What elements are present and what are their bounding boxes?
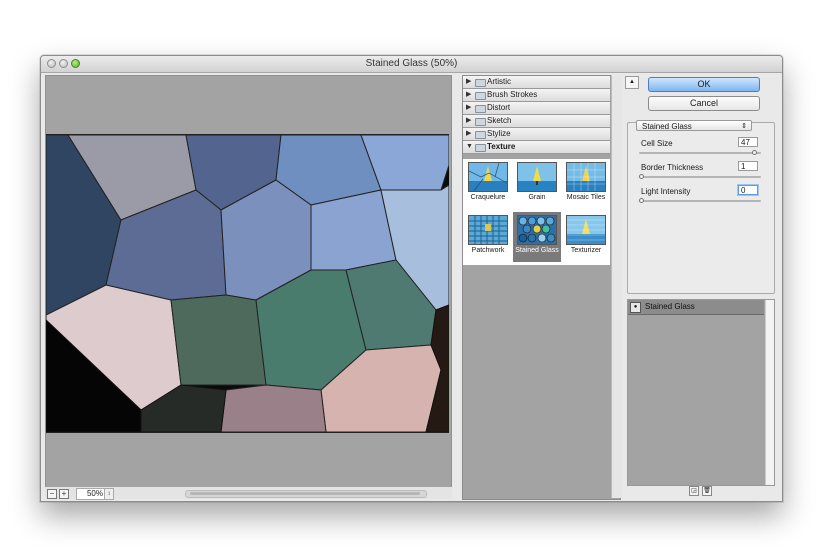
stained-glass-thumbnail	[517, 215, 557, 245]
filter-thumb-texturizer[interactable]: Texturizer	[562, 212, 610, 262]
border-thickness-slider[interactable]	[639, 174, 761, 179]
category-stylize[interactable]: ▶ Stylize	[463, 128, 610, 141]
filter-thumb-craquelure[interactable]: Craquelure	[464, 159, 512, 209]
expand-triangle-icon[interactable]: ▶	[466, 128, 471, 140]
filter-label: Texturizer	[570, 247, 602, 254]
cell-size-slider[interactable]	[639, 150, 761, 155]
grain-thumbnail	[517, 162, 557, 192]
light-intensity-input[interactable]: 0	[738, 185, 758, 195]
preview-area[interactable]	[45, 75, 452, 489]
folder-icon	[475, 79, 486, 87]
collapse-triangle-icon[interactable]: ▼	[466, 141, 473, 153]
window-title: Stained Glass (50%)	[365, 58, 458, 69]
slider-knob[interactable]	[639, 198, 644, 203]
preview-bottom-bar: − + 50% ↕	[45, 487, 452, 500]
visibility-eye-icon[interactable]: ●	[630, 302, 641, 313]
folder-icon	[475, 118, 486, 126]
category-label: Sketch	[487, 116, 512, 125]
mosaic-tiles-thumbnail	[566, 162, 606, 192]
filter-thumb-mosaic-tiles[interactable]: Mosaic Tiles	[562, 159, 610, 209]
folder-icon	[475, 92, 486, 100]
expand-triangle-icon[interactable]: ▶	[466, 102, 471, 114]
filter-gallery: ▶ Artistic ▶ Brush Strokes ▶ Distort ▶ Sketc…	[462, 75, 621, 500]
gallery-scrollbar[interactable]	[611, 75, 622, 498]
category-artistic[interactable]: ▶ Artistic	[463, 76, 610, 89]
expand-triangle-icon[interactable]: ▶	[466, 76, 471, 88]
filter-label: Craquelure	[470, 194, 506, 201]
filter-label: Patchwork	[471, 247, 505, 254]
select-arrows-icon: ⇕	[741, 123, 747, 130]
folder-icon	[475, 144, 486, 152]
zoom-out-button[interactable]: −	[47, 489, 57, 499]
effect-layer-row[interactable]: ● Stained Glass	[628, 300, 764, 315]
delete-effect-layer-icon[interactable]: 🗑	[702, 486, 712, 496]
filter-label: Stained Glass	[515, 247, 559, 254]
folder-icon	[475, 131, 486, 139]
texture-thumbnails: Craquelure Grain Mosaic Tiles Patchwork …	[463, 159, 610, 265]
filter-label: Mosaic Tiles	[566, 194, 606, 201]
category-brush-strokes[interactable]: ▶ Brush Strokes	[463, 89, 610, 102]
stained-glass-preview-image	[46, 134, 449, 433]
filter-thumb-grain[interactable]: Grain	[513, 159, 561, 209]
filter-select-value: Stained Glass	[642, 122, 692, 131]
slider-knob[interactable]	[752, 150, 757, 155]
ok-button[interactable]: OK	[648, 77, 760, 92]
category-texture[interactable]: ▼ Texture	[463, 141, 610, 154]
layers-scrollbar[interactable]	[765, 300, 774, 485]
expand-triangle-icon[interactable]: ▶	[466, 115, 471, 127]
collapse-gallery-icon[interactable]: ▲	[625, 76, 639, 89]
light-intensity-label: Light Intensity	[641, 187, 691, 196]
horizontal-scrollbar[interactable]	[185, 490, 427, 498]
effect-layer-name: Stained Glass	[645, 302, 695, 311]
filter-thumb-stained-glass[interactable]: Stained Glass	[513, 212, 561, 262]
category-label: Texture	[487, 142, 516, 151]
category-label: Brush Strokes	[487, 90, 538, 99]
category-label: Artistic	[487, 77, 511, 86]
filter-select[interactable]: Stained Glass ⇕	[636, 120, 752, 131]
craquelure-thumbnail	[468, 162, 508, 192]
slider-knob[interactable]	[639, 174, 644, 179]
filter-thumb-patchwork[interactable]: Patchwork	[464, 212, 512, 262]
scrollbar-thumb[interactable]	[190, 492, 420, 495]
category-label: Distort	[487, 103, 511, 112]
zoom-stepper[interactable]: ↕	[104, 488, 114, 500]
patchwork-thumbnail	[468, 215, 508, 245]
new-effect-layer-icon[interactable]: ◲	[689, 486, 699, 496]
effect-layers-panel: ● Stained Glass	[627, 299, 775, 486]
texturizer-thumbnail	[566, 215, 606, 245]
category-distort[interactable]: ▶ Distort	[463, 102, 610, 115]
cell-size-label: Cell Size	[641, 139, 673, 148]
expand-triangle-icon[interactable]: ▶	[466, 89, 471, 101]
zoom-in-button[interactable]: +	[59, 489, 69, 499]
border-thickness-label: Border Thickness	[641, 163, 704, 172]
light-intensity-slider[interactable]	[639, 198, 761, 203]
cell-size-input[interactable]: 47	[738, 137, 758, 147]
title-bar: Stained Glass (50%)	[41, 56, 782, 73]
category-label: Stylize	[487, 129, 511, 138]
filter-label: Grain	[528, 194, 546, 201]
border-thickness-input[interactable]: 1	[738, 161, 758, 171]
folder-icon	[475, 105, 486, 113]
filter-gallery-window: Stained Glass (50%) − + 50% ↕ ▶ Artistic…	[40, 55, 783, 502]
cancel-button[interactable]: Cancel	[648, 96, 760, 111]
category-sketch[interactable]: ▶ Sketch	[463, 115, 610, 128]
